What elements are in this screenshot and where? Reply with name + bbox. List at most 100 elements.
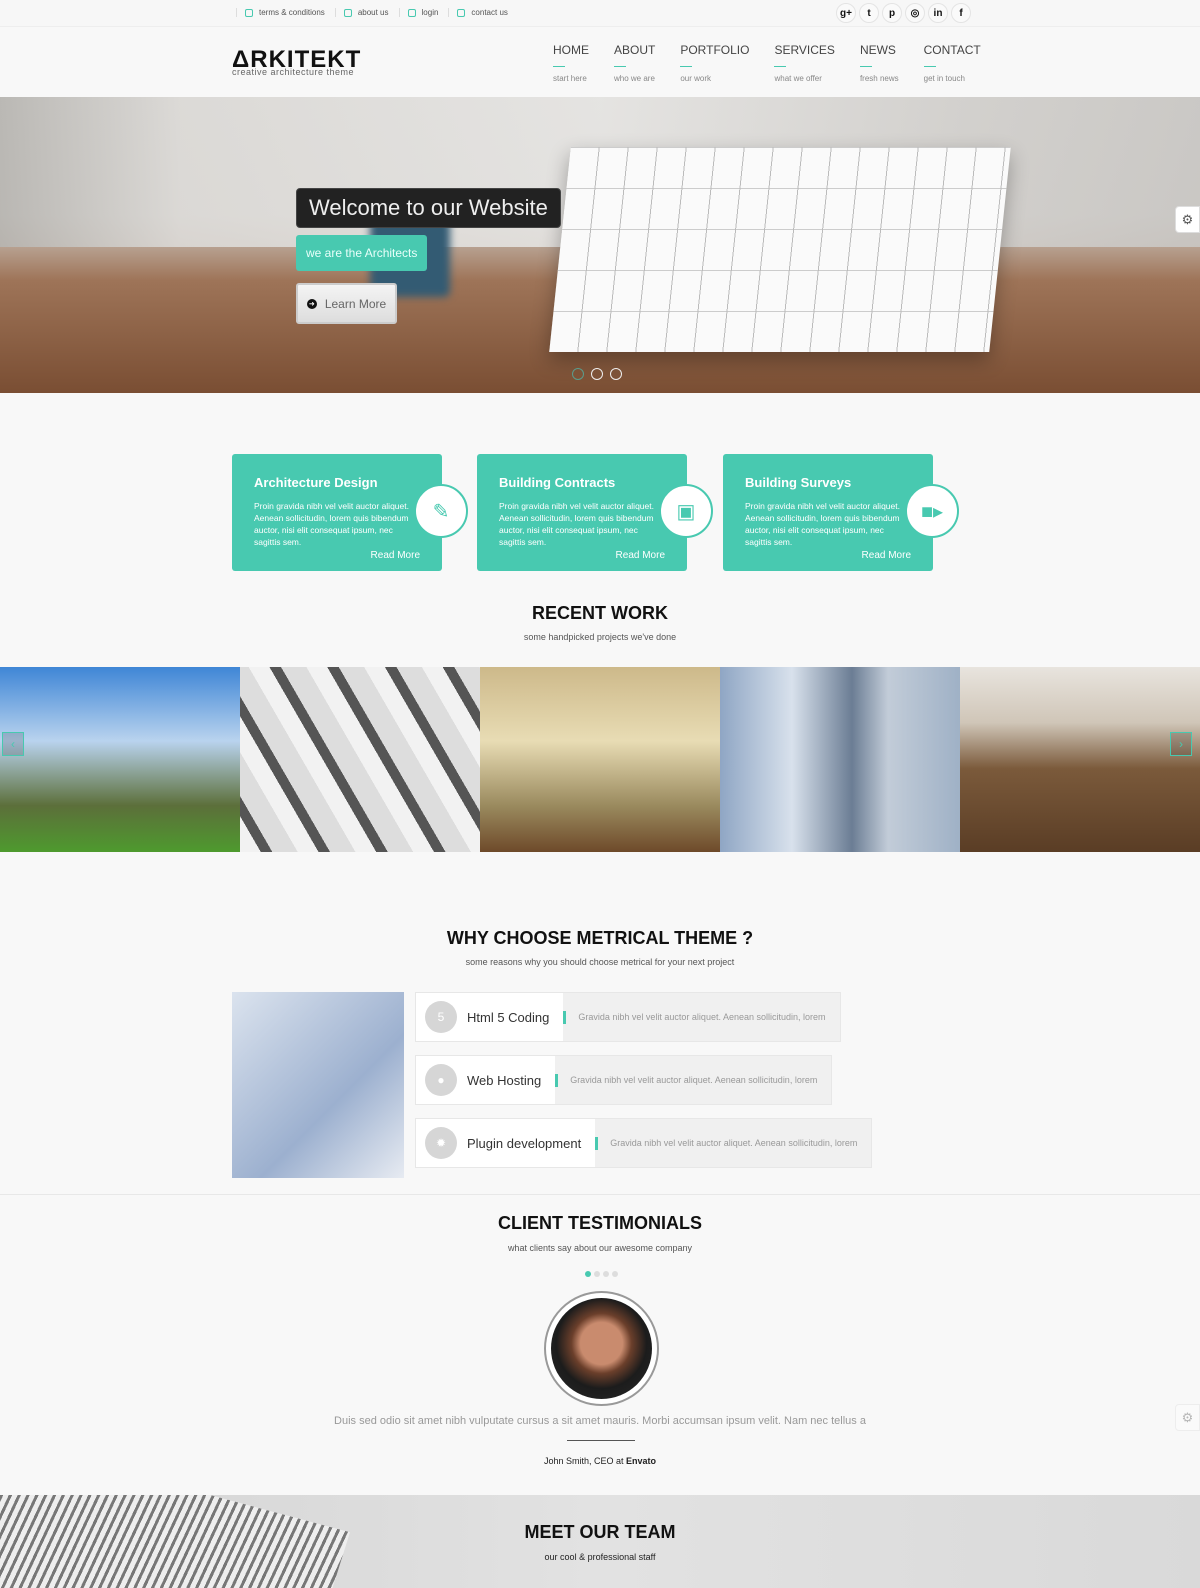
feature-text: Gravida nibh vel velit auctor aliquet. A…: [570, 1075, 818, 1085]
nav-label: PORTFOLIO: [680, 43, 750, 57]
service-card: Building Surveys Proin gravida nibh vel …: [723, 454, 959, 571]
settings-gear-icon[interactable]: ⚙: [1175, 1404, 1200, 1431]
why-choose-title: WHY CHOOSE METRICAL THEME ?: [446, 928, 754, 948]
top-link-login[interactable]: login: [398, 8, 449, 17]
recent-work-subtitle: some handpicked projects we've done: [523, 632, 677, 642]
nav-sub: start here: [553, 74, 587, 83]
nav-label: SERVICES: [774, 43, 835, 57]
read-more-link[interactable]: Read More: [862, 550, 911, 561]
feature-item: ✹ Plugin development Gravida nibh vel vel…: [415, 1118, 873, 1168]
learn-more-button[interactable]: ➜ Learn More: [296, 283, 397, 324]
video-camera-icon: ■▸: [905, 484, 959, 538]
nav-services[interactable]: SERVICES what we offer: [774, 43, 835, 83]
play-icon: [245, 8, 253, 17]
testimonial-author: John Smith, CEO at Envato: [0, 1456, 1200, 1466]
hero-subtitle: we are the Architects: [296, 235, 428, 271]
testimonial-quote: Duis sed odio sit amet nibh vulputate cu…: [334, 1415, 866, 1427]
image-icon: ▣: [659, 484, 713, 538]
top-link-terms[interactable]: terms & conditions: [236, 8, 335, 17]
nav-label: CONTACT: [923, 43, 981, 57]
social-links: g+ t p ◎ in f: [836, 3, 971, 23]
hero-slider: [0, 97, 1200, 393]
feature-item: ● Web Hosting Gravida nibh vel velit auct…: [415, 1055, 833, 1105]
top-link-about[interactable]: about us: [334, 8, 399, 17]
testimonial-dot[interactable]: [612, 1271, 618, 1277]
nav-sub: our work: [680, 74, 712, 83]
nav-contact[interactable]: CONTACT get in touch: [923, 43, 981, 83]
link-label: login: [421, 8, 439, 17]
twitter-icon[interactable]: t: [859, 3, 879, 23]
portfolio-item[interactable]: [720, 667, 960, 852]
logo-tagline: creative architecture theme: [232, 67, 355, 77]
portfolio-item[interactable]: [480, 667, 720, 852]
nav-about[interactable]: ABOUT who we are: [614, 43, 655, 83]
feature-label: Web Hosting: [467, 1072, 542, 1088]
author-company: Envato: [626, 1456, 657, 1466]
card-text: Proin gravida nibh vel velit auctor aliq…: [254, 501, 409, 547]
top-links: terms & conditions about us login contac…: [236, 8, 518, 17]
card-title: Building Contracts: [499, 475, 616, 490]
slider-dot[interactable]: [591, 368, 603, 380]
feature-label: Plugin development: [467, 1135, 582, 1151]
service-card: Building Contracts Proin gravida nibh ve…: [477, 454, 713, 571]
slider-dots: [572, 368, 622, 380]
settings-gear-icon[interactable]: ⚙: [1175, 206, 1200, 233]
card-title: Building Surveys: [745, 475, 852, 490]
nav-sub: fresh news: [859, 74, 899, 83]
author-name: John Smith, CEO at: [543, 1456, 627, 1466]
portfolio-item[interactable]: [0, 667, 240, 852]
arrow-right-circle-icon: ➜: [306, 298, 317, 309]
section-divider: [0, 1194, 1200, 1195]
pinterest-icon[interactable]: p: [882, 3, 902, 23]
team-subtitle: our cool & professional staff: [544, 1552, 656, 1562]
nav-label: NEWS: [859, 43, 896, 57]
portfolio-item[interactable]: [240, 667, 480, 852]
gallery-prev-arrow-icon[interactable]: ‹: [2, 732, 24, 756]
nav-portfolio[interactable]: PORTFOLIO our work: [680, 43, 749, 83]
link-label: terms & conditions: [259, 8, 325, 17]
nav-sub: who we are: [614, 74, 655, 83]
testimonial-dot[interactable]: [603, 1271, 609, 1277]
read-more-link[interactable]: Read More: [371, 550, 420, 561]
portfolio-gallery: [0, 667, 1200, 852]
team-title: MEET OUR TEAM: [524, 1522, 676, 1542]
service-card: Architecture Design Proin gravida nibh v…: [232, 454, 468, 571]
testimonials-subtitle: what clients say about our awesome compa…: [507, 1243, 693, 1253]
linkedin-icon[interactable]: in: [928, 3, 948, 23]
slider-dot[interactable]: [572, 368, 584, 380]
feature-label: Html 5 Coding: [467, 1009, 550, 1025]
testimonial-dot[interactable]: [585, 1271, 591, 1277]
link-label: contact us: [471, 8, 508, 17]
blueprint-image: [549, 147, 1011, 352]
button-label: Learn More: [324, 296, 387, 311]
top-link-contact[interactable]: contact us: [448, 8, 517, 17]
hero-title: Welcome to our Website: [296, 188, 561, 228]
play-icon: [407, 8, 416, 17]
facebook-icon[interactable]: f: [951, 3, 971, 23]
nav-sub: get in touch: [923, 74, 965, 83]
nav-sub: what we offer: [774, 74, 822, 83]
testimonials-title: CLIENT TESTIMONIALS: [498, 1213, 702, 1233]
html5-icon: 5: [425, 1001, 457, 1033]
nav-home[interactable]: HOME start here: [553, 43, 589, 83]
gallery-next-arrow-icon[interactable]: ›: [1170, 732, 1192, 756]
edit-icon: ✎: [414, 484, 468, 538]
card-text: Proin gravida nibh vel velit auctor aliq…: [745, 501, 900, 547]
nav-news[interactable]: NEWS fresh news: [859, 43, 899, 83]
main-nav: HOME start here ABOUT who we are PORTFOLIO…: [553, 43, 1006, 83]
avatar: [544, 1291, 659, 1406]
dribbble-icon[interactable]: ◎: [905, 3, 925, 23]
testimonial-dot[interactable]: [594, 1271, 600, 1277]
feature-item: 5 Html 5 Coding Gravida nibh vel velit au…: [415, 992, 841, 1042]
blueprint-rolls-image: [232, 992, 404, 1178]
recent-work-title: RECENT WORK: [532, 603, 668, 623]
portfolio-item[interactable]: [960, 667, 1200, 852]
gear-icon: ✹: [425, 1127, 457, 1159]
why-choose-subtitle: some reasons why you should choose metri…: [465, 957, 735, 967]
google-plus-icon[interactable]: g+: [836, 3, 856, 23]
read-more-link[interactable]: Read More: [616, 550, 665, 561]
play-icon: [343, 8, 352, 17]
link-label: about us: [357, 8, 389, 17]
slider-dot[interactable]: [610, 368, 622, 380]
testimonial-dots: [585, 1271, 618, 1277]
